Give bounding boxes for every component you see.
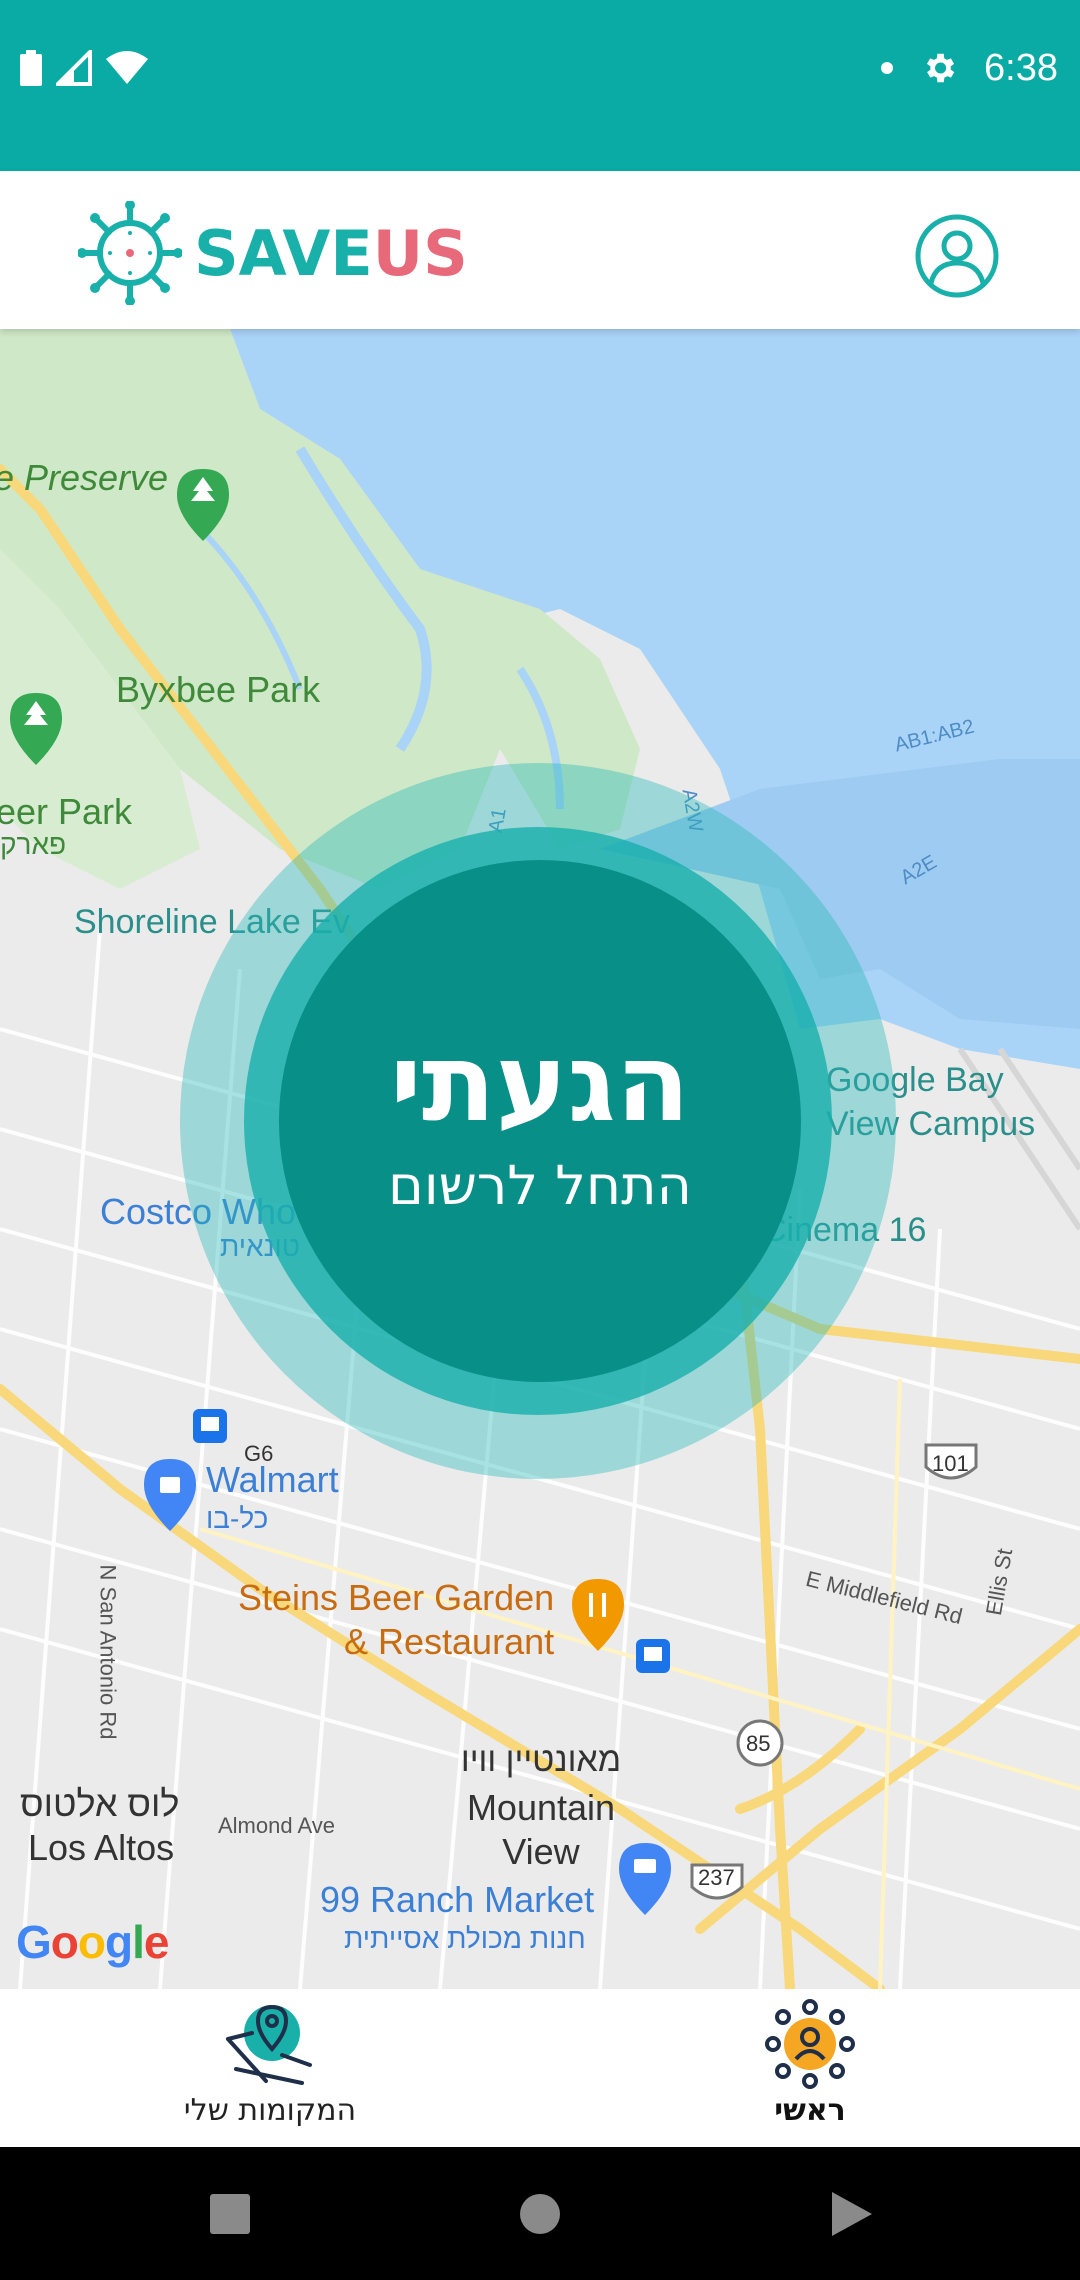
map-label-ranch-he: חנות מכולת אסייתית: [344, 1923, 586, 1954]
map-label-hw101: 101: [932, 1451, 969, 1476]
map-label-mv-2: View: [502, 1831, 580, 1872]
profile-button[interactable]: [914, 213, 1000, 299]
my-places-icon: [226, 2004, 312, 2085]
recents-icon: [210, 2193, 250, 2234]
community-icon: [765, 1999, 855, 2089]
map-label-los-altos-he: לוס אלטוס: [20, 1783, 180, 1824]
status-icons-right: 6:38: [880, 40, 1058, 96]
system-nav-bar: [0, 2147, 1080, 2280]
map-label-steins-2: & Restaurant: [344, 1621, 555, 1662]
virus-icon: [78, 201, 182, 305]
map-label-mv-he: מאונטיין וויו: [460, 1741, 622, 1779]
app-logo: SAVEUS: [78, 201, 468, 305]
battery-icon: [20, 50, 42, 86]
map-label-eer-park: eer Park: [0, 791, 133, 832]
back-triangle-icon: [832, 2191, 872, 2236]
map-label-hw237: 237: [698, 1865, 735, 1890]
map-label-g6: G6: [244, 1441, 274, 1466]
nav-label-my-places: המקומות שלי: [183, 2093, 357, 2128]
map-label-antonio: N San Antonio Rd: [95, 1564, 121, 1740]
notification-dot-icon: [881, 62, 894, 74]
map-label-preserve: e Preserve: [0, 457, 169, 498]
settings-icon: [926, 53, 955, 83]
nav-item-my-places[interactable]: המקומות שלי: [120, 1989, 420, 2147]
arrive-button[interactable]: הגעתי התחל לרשום: [279, 860, 801, 1382]
arrive-title: הגעתי: [390, 1021, 690, 1147]
map-label-walmart-he: כל-בו: [206, 1503, 269, 1534]
app-header: SAVEUS: [0, 171, 1080, 329]
bottom-nav: המקומות שלי ראשי: [0, 1989, 1080, 2147]
wifi-icon: [106, 51, 148, 84]
brand-save: SAVE: [194, 216, 373, 290]
back-button[interactable]: [782, 2147, 922, 2280]
nav-label-home: ראשי: [774, 2093, 846, 2128]
arrive-subtitle: התחל לרשום: [388, 1153, 692, 1217]
user-circle-icon: [915, 214, 999, 298]
map-label-byxbee: Byxbee Park: [116, 669, 321, 710]
brand-name: SAVEUS: [194, 217, 468, 290]
status-icons-left: [20, 45, 148, 91]
map-label-hw85: 85: [746, 1731, 771, 1756]
map-label-mv-1: Mountain: [466, 1787, 616, 1828]
map-label-steins-1: Steins Beer Garden: [238, 1577, 555, 1618]
status-bar: 6:38: [0, 0, 1080, 171]
map-label-ranch: 99 Ranch Market: [320, 1879, 595, 1920]
home-button[interactable]: [470, 2147, 610, 2280]
google-logo: Google: [16, 1916, 169, 1968]
map-label-los-altos: Los Altos: [28, 1827, 175, 1868]
recents-button[interactable]: [160, 2147, 300, 2280]
brand-us: US: [372, 216, 468, 290]
nav-item-home[interactable]: ראשי: [660, 1989, 960, 2147]
map-label-eer-park-he: פארק: [0, 829, 67, 860]
status-time: 6:38: [984, 46, 1058, 89]
signal-icon: [56, 50, 92, 86]
home-circle-icon: [520, 2193, 560, 2234]
map-label-almond: Almond Ave: [218, 1813, 336, 1838]
